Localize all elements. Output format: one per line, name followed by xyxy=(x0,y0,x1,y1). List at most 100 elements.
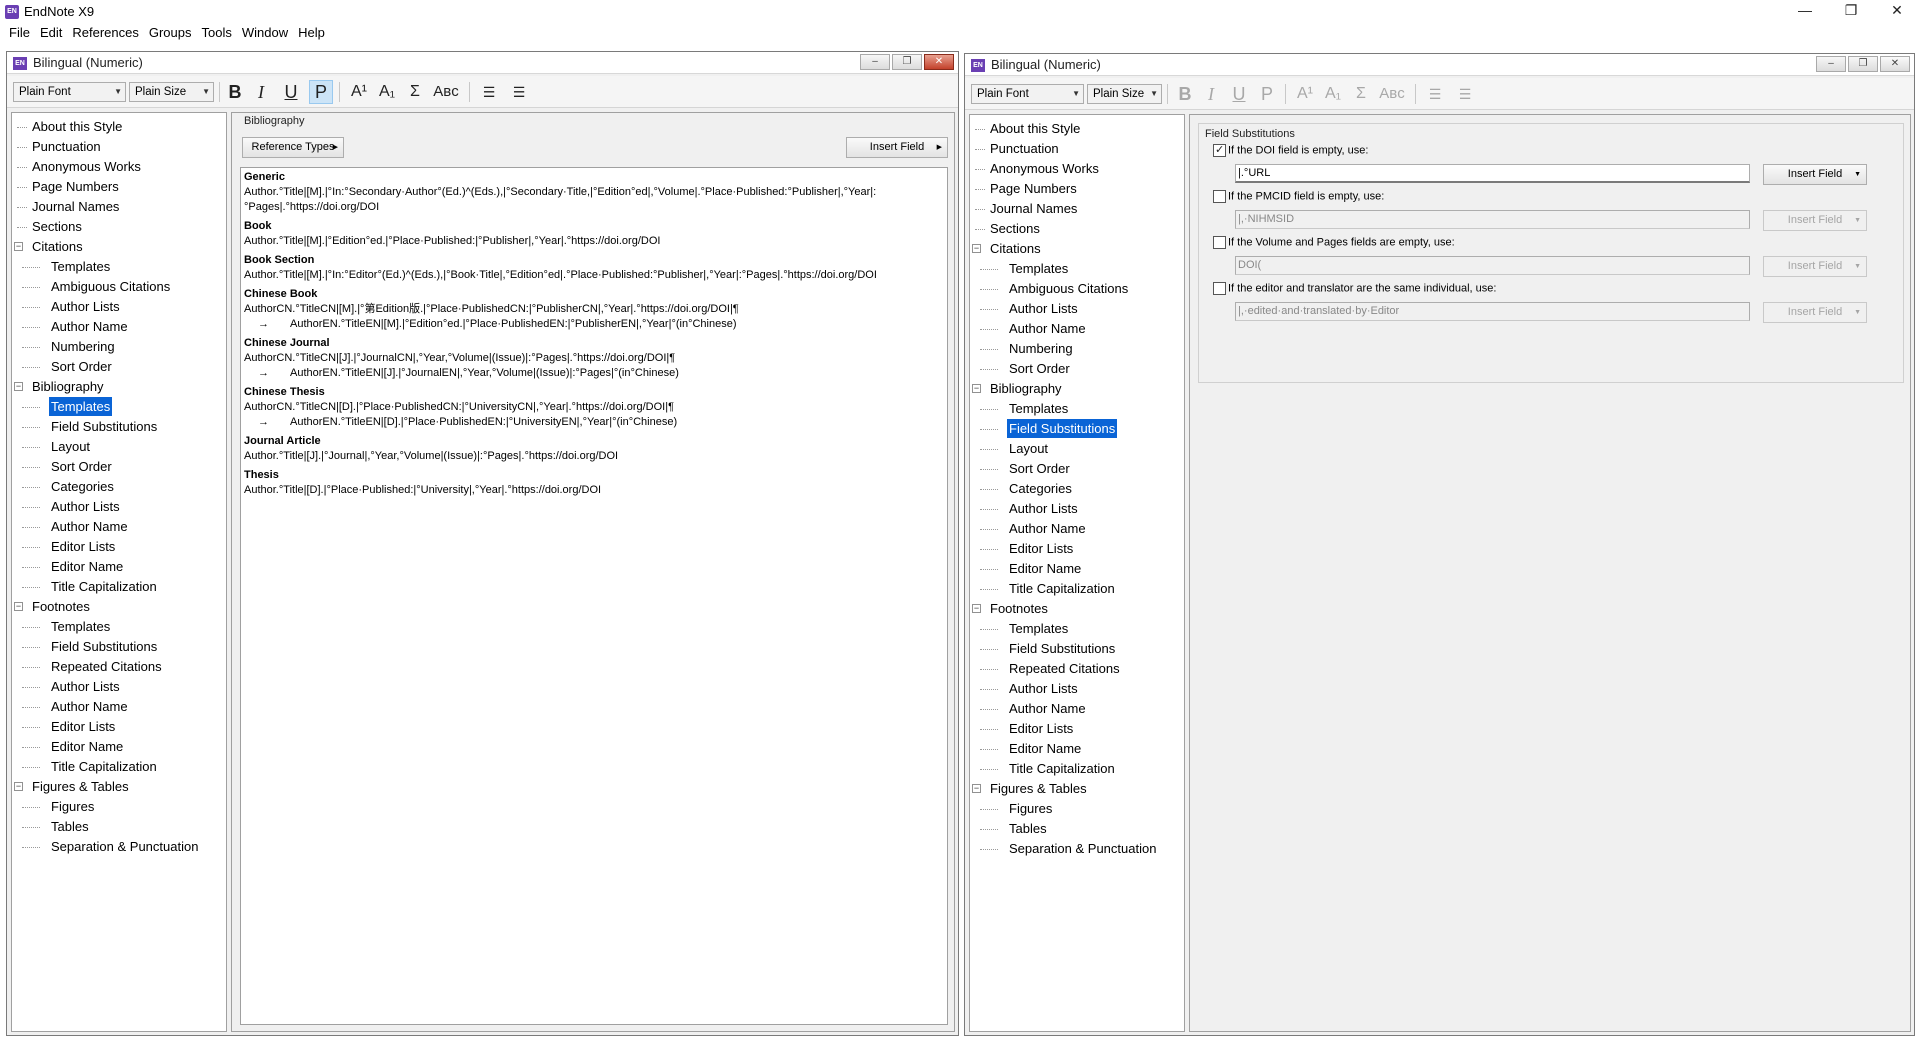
menu-window[interactable]: Window xyxy=(237,22,293,44)
tree-item-footnotes-templates[interactable]: Templates xyxy=(970,619,1184,639)
substitution-checkbox[interactable] xyxy=(1213,236,1226,249)
tree-item-figures-and-tables-separation-and-punctuation[interactable]: Separation & Punctuation xyxy=(970,839,1184,859)
tree-item-bibliography-field-substitutions[interactable]: Field Substitutions xyxy=(12,417,226,437)
minimize-icon[interactable]: — xyxy=(1782,0,1828,22)
collapse-icon[interactable]: − xyxy=(972,604,981,613)
italic-button[interactable]: I xyxy=(249,80,273,104)
font-select[interactable]: Plain Font ▼ xyxy=(971,84,1084,104)
collapse-icon[interactable]: − xyxy=(14,782,23,791)
tree-item-citations-author-lists[interactable]: Author Lists xyxy=(970,299,1184,319)
substitution-checkbox[interactable] xyxy=(1213,143,1226,157)
substitution-checkbox-row[interactable]: If the editor and translator are the sam… xyxy=(1213,282,1496,295)
tree-item-figures-and-tables[interactable]: − Figures & Tables xyxy=(12,777,226,797)
reference-types-button[interactable]: Reference Types ▶ xyxy=(242,137,344,158)
tree-item-footnotes-editor-name[interactable]: Editor Name xyxy=(12,737,226,757)
close-icon[interactable]: ✕ xyxy=(1880,56,1910,72)
tree-item-about-this-style[interactable]: About this Style xyxy=(970,119,1184,139)
tree-item-bibliography-sort-order[interactable]: Sort Order xyxy=(970,459,1184,479)
collapse-icon[interactable]: − xyxy=(972,784,981,793)
align-left-icon[interactable]: ☰ xyxy=(477,80,501,104)
align-justify-icon[interactable]: ☰ xyxy=(1453,82,1477,106)
tree-item-figures-and-tables-figures[interactable]: Figures xyxy=(12,797,226,817)
close-icon[interactable]: ✕ xyxy=(1874,0,1920,22)
tree-item-anonymous-works[interactable]: Anonymous Works xyxy=(970,159,1184,179)
superscript-button[interactable]: A¹ xyxy=(347,80,371,104)
tree-item-bibliography-title-capitalization[interactable]: Title Capitalization xyxy=(12,577,226,597)
insert-field-button[interactable]: Insert Field ▼ xyxy=(1763,256,1867,277)
tree-item-citations-author-name[interactable]: Author Name xyxy=(12,317,226,337)
tree-item-bibliography-author-lists[interactable]: Author Lists xyxy=(970,499,1184,519)
tree-item-citations-author-name[interactable]: Author Name xyxy=(970,319,1184,339)
italic-button[interactable]: I xyxy=(1199,82,1223,106)
menu-help[interactable]: Help xyxy=(293,22,330,44)
tree-item-punctuation[interactable]: Punctuation xyxy=(970,139,1184,159)
collapse-icon[interactable]: − xyxy=(972,384,981,393)
collapse-icon[interactable]: − xyxy=(14,382,23,391)
tree-item-bibliography-layout[interactable]: Layout xyxy=(970,439,1184,459)
tree-item-footnotes-field-substitutions[interactable]: Field Substitutions xyxy=(12,637,226,657)
tree-item-bibliography-author-name[interactable]: Author Name xyxy=(970,519,1184,539)
tree-item-journal-names[interactable]: Journal Names xyxy=(12,197,226,217)
tree-item-bibliography[interactable]: − Bibliography xyxy=(12,377,226,397)
underline-button[interactable]: U xyxy=(279,80,303,104)
tree-item-footnotes-author-name[interactable]: Author Name xyxy=(970,699,1184,719)
substitution-checkbox[interactable] xyxy=(1213,190,1226,203)
insert-field-button[interactable]: Insert Field ▼ xyxy=(1763,302,1867,323)
align-left-icon[interactable]: ☰ xyxy=(1423,82,1447,106)
close-icon[interactable]: ✕ xyxy=(924,54,954,70)
tree-item-figures-and-tables[interactable]: − Figures & Tables xyxy=(970,779,1184,799)
tree-item-footnotes-title-capitalization[interactable]: Title Capitalization xyxy=(970,759,1184,779)
insert-field-button[interactable]: Insert Field ▼ xyxy=(1763,164,1867,185)
tree-item-punctuation[interactable]: Punctuation xyxy=(12,137,226,157)
tree-item-footnotes[interactable]: − Footnotes xyxy=(970,599,1184,619)
tree-item-journal-names[interactable]: Journal Names xyxy=(970,199,1184,219)
minimize-icon[interactable]: – xyxy=(860,54,890,70)
tree-item-citations-templates[interactable]: Templates xyxy=(12,257,226,277)
tree-item-bibliography-editor-name[interactable]: Editor Name xyxy=(12,557,226,577)
tree-item-anonymous-works[interactable]: Anonymous Works xyxy=(12,157,226,177)
align-justify-icon[interactable]: ☰ xyxy=(507,80,531,104)
tree-item-footnotes-editor-lists[interactable]: Editor Lists xyxy=(12,717,226,737)
restore-icon[interactable]: ❐ xyxy=(1828,0,1874,22)
tree-item-figures-and-tables-figures[interactable]: Figures xyxy=(970,799,1184,819)
substitution-checkbox-row[interactable]: If the PMCID field is empty, use: xyxy=(1213,190,1384,203)
tree-item-bibliography-templates[interactable]: Templates xyxy=(970,399,1184,419)
restore-icon[interactable]: ❐ xyxy=(892,54,922,70)
tree-item-citations-numbering[interactable]: Numbering xyxy=(12,337,226,357)
tree-item-citations-numbering[interactable]: Numbering xyxy=(970,339,1184,359)
substitution-input[interactable]: |,·edited·and·translated·by·Editor xyxy=(1235,302,1750,321)
substitution-input[interactable]: DOI( xyxy=(1235,256,1750,275)
tree-item-bibliography-categories[interactable]: Categories xyxy=(970,479,1184,499)
tree-item-bibliography-layout[interactable]: Layout xyxy=(12,437,226,457)
collapse-icon[interactable]: − xyxy=(14,602,23,611)
tree-item-bibliography-field-substitutions[interactable]: Field Substitutions xyxy=(970,419,1184,439)
smallcaps-button[interactable]: Aʙc xyxy=(431,80,461,104)
tree-item-footnotes-repeated-citations[interactable]: Repeated Citations xyxy=(970,659,1184,679)
bold-button[interactable]: B xyxy=(223,80,247,104)
tree-item-footnotes-editor-name[interactable]: Editor Name xyxy=(970,739,1184,759)
tree-item-footnotes-repeated-citations[interactable]: Repeated Citations xyxy=(12,657,226,677)
substitution-checkbox-row[interactable]: If the DOI field is empty, use: xyxy=(1213,143,1368,157)
tree-item-sections[interactable]: Sections xyxy=(12,217,226,237)
menu-references[interactable]: References xyxy=(67,22,143,44)
tree-item-citations-author-lists[interactable]: Author Lists xyxy=(12,297,226,317)
collapse-icon[interactable]: − xyxy=(14,242,23,251)
insert-field-button[interactable]: Insert Field ▶ xyxy=(846,137,948,158)
tree-item-citations-ambiguous-citations[interactable]: Ambiguous Citations xyxy=(970,279,1184,299)
symbol-button[interactable]: Σ xyxy=(403,80,427,104)
tree-item-page-numbers[interactable]: Page Numbers xyxy=(970,179,1184,199)
tree-item-figures-and-tables-tables[interactable]: Tables xyxy=(970,819,1184,839)
size-select[interactable]: Plain Size ▼ xyxy=(1087,84,1162,104)
menu-tools[interactable]: Tools xyxy=(196,22,236,44)
tree-item-figures-and-tables-separation-and-punctuation[interactable]: Separation & Punctuation xyxy=(12,837,226,857)
bold-button[interactable]: B xyxy=(1173,82,1197,106)
tree-item-citations-ambiguous-citations[interactable]: Ambiguous Citations xyxy=(12,277,226,297)
subscript-button[interactable]: A₁ xyxy=(375,80,399,104)
tree-item-about-this-style[interactable]: About this Style xyxy=(12,117,226,137)
tree-item-bibliography-author-name[interactable]: Author Name xyxy=(12,517,226,537)
tree-item-footnotes-editor-lists[interactable]: Editor Lists xyxy=(970,719,1184,739)
templates-editor[interactable]: Generic Author.°Title|[M].|°In:°Secondary… xyxy=(240,167,948,1025)
insert-field-button[interactable]: Insert Field ▼ xyxy=(1763,210,1867,231)
plain-button[interactable]: P xyxy=(309,80,333,104)
restore-icon[interactable]: ❐ xyxy=(1848,56,1878,72)
